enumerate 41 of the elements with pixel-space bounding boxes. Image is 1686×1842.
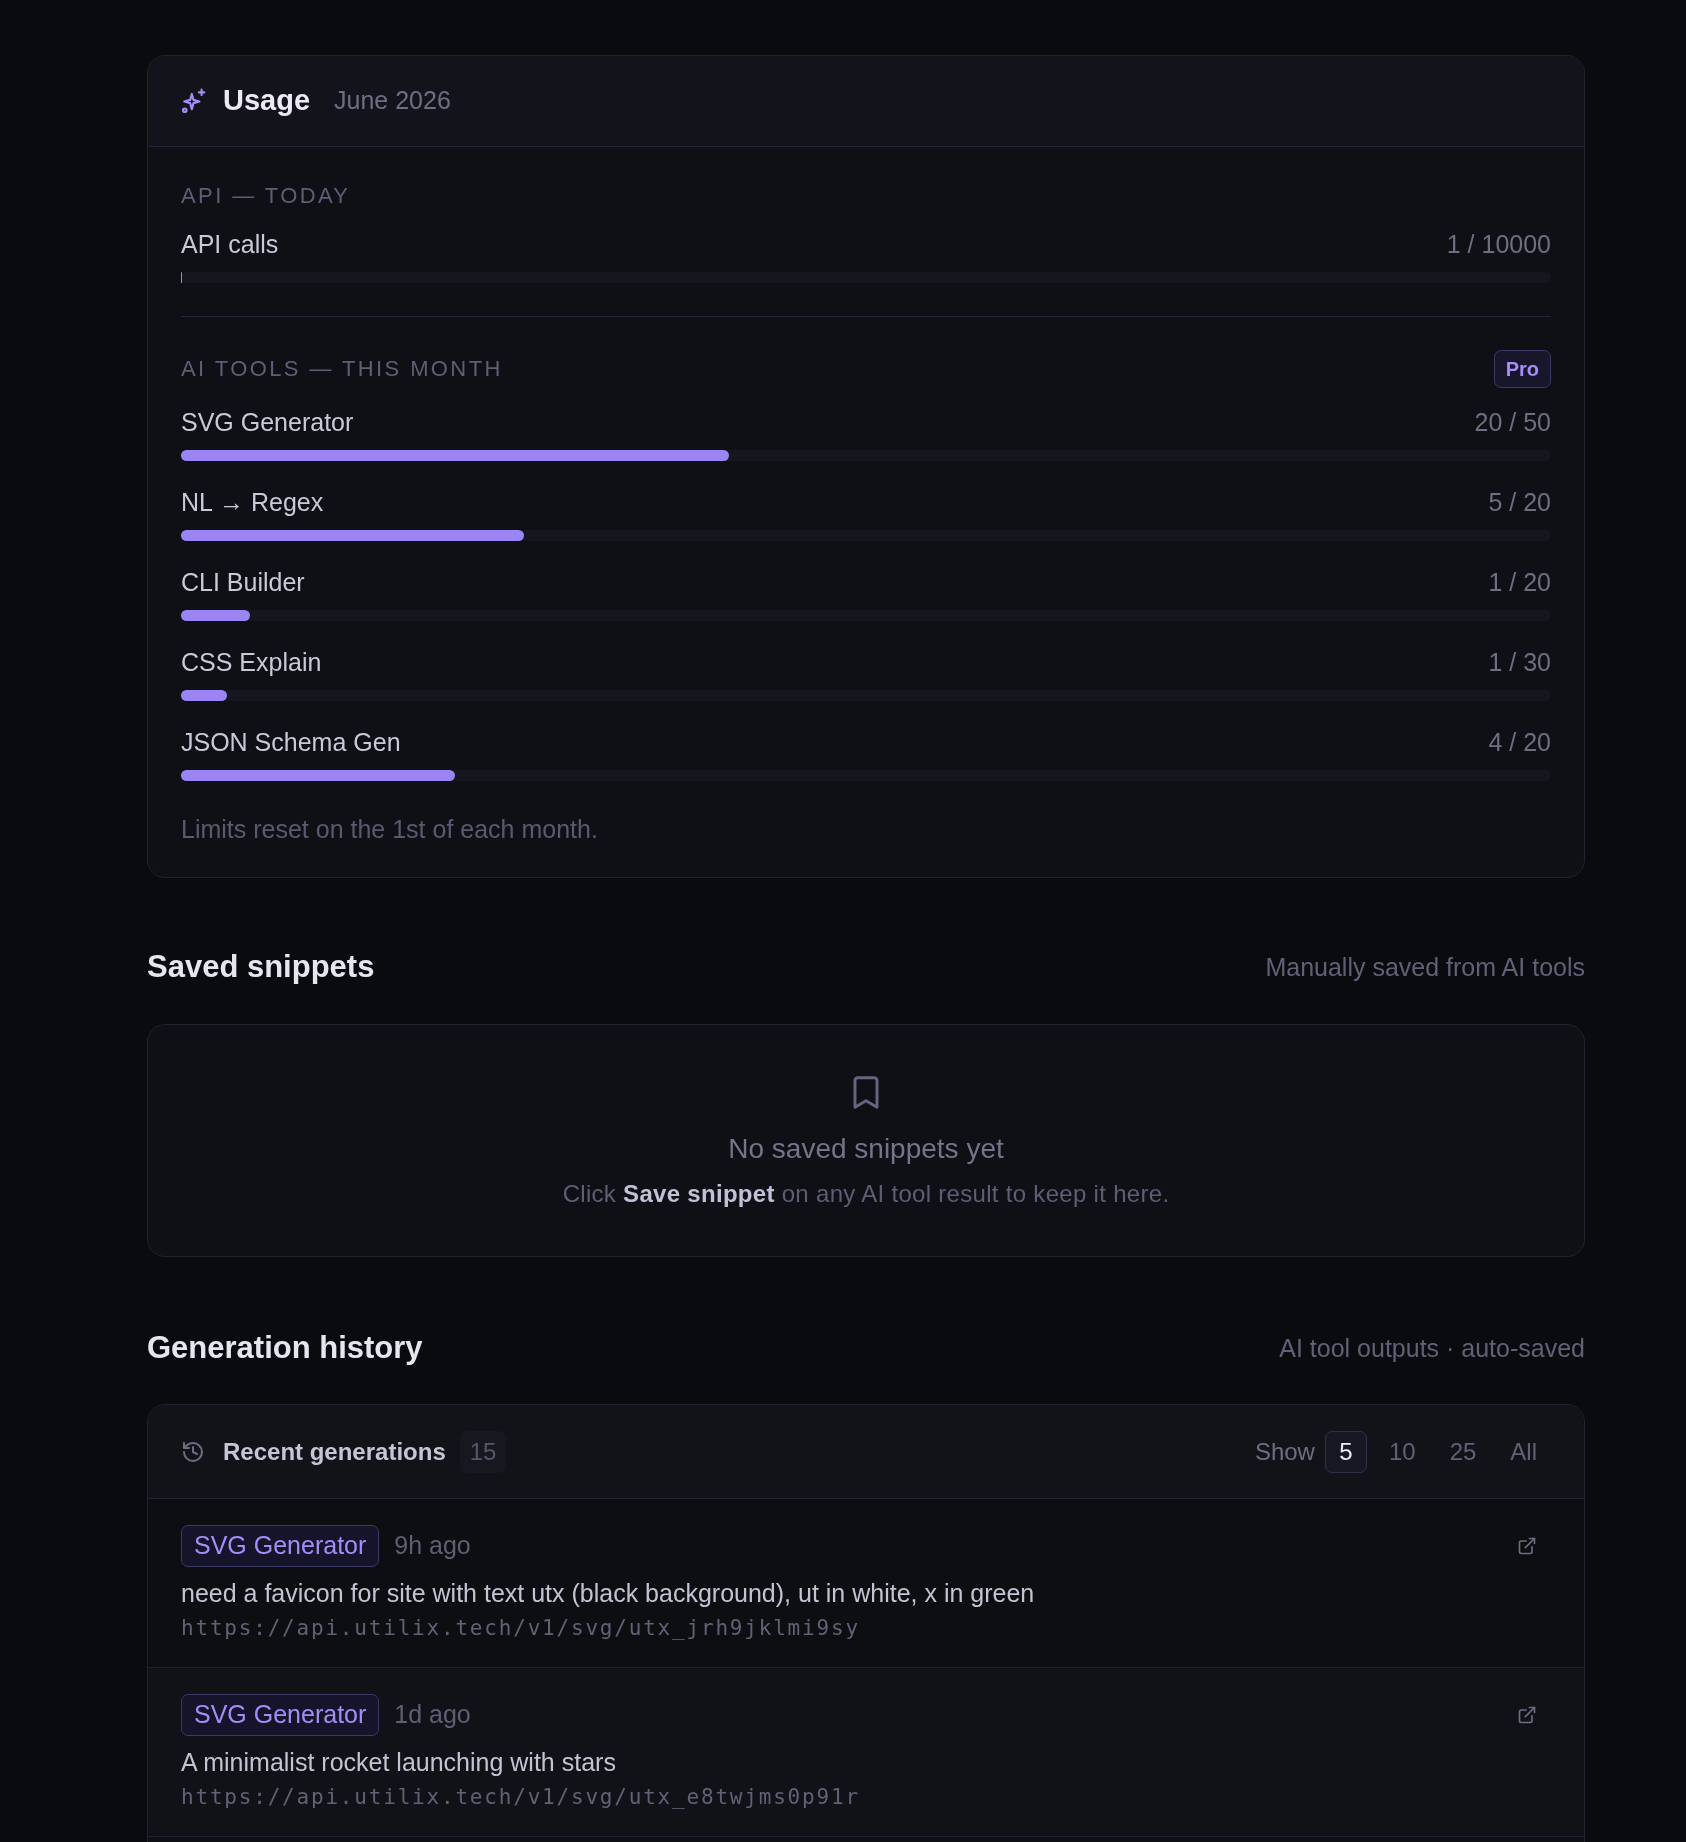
usage-count: 20 / 50 [1474,407,1551,437]
prompt-text: need a favicon for site with text utx (black background), ut in white, x in green [181,1578,1036,1608]
output-url: https://api.utilix.tech/v1/svg/utx_jrh9jklmi9sy [181,1615,861,1642]
panel-title: Recent generations [223,1436,446,1467]
time-label: 1d ago [394,1699,471,1731]
external-link-icon[interactable] [1517,1705,1537,1725]
section-heading: AI TOOLS — THIS MONTH [181,356,503,382]
usage-count: 4 / 20 [1488,727,1551,757]
section-title: Generation history [147,1329,423,1367]
plan-badge: Pro [1493,350,1551,388]
limits-note: Limits reset on the 1st of each month. [181,814,599,844]
meter-label: SVG Generator [181,407,354,437]
section-subtitle: AI tool outputs · auto-saved [1279,1333,1585,1363]
meter-label: NL → Regex [181,487,324,517]
output-url: https://api.utilix.tech/v1/svg/utx_e8twjms0p91r [181,1784,861,1811]
prompt-text: A minimalist rocket launching with stars [181,1747,617,1777]
empty-state-title: No saved snippets yet [728,1132,1004,1166]
section-subtitle: Manually saved from AI tools [1265,952,1585,982]
bookmark-icon [853,1076,879,1109]
tool-tag: SVG Generator [181,1694,380,1736]
meter-label: CLI Builder [181,567,305,597]
card-title: Usage [223,83,311,119]
section-heading: API — TODAY [181,183,352,209]
meter-label: API calls [181,229,279,259]
tool-tag: SVG Generator [181,1525,380,1567]
time-label: 9h ago [394,1530,471,1562]
page-size-button[interactable]: 5 [1324,1430,1367,1473]
usage-count: 1 / 10000 [1446,229,1551,259]
count-badge: 15 [459,1430,507,1473]
usage-count: 1 / 30 [1488,647,1551,677]
period-label: June 2026 [334,85,451,117]
usage-count: 1 / 20 [1488,567,1551,597]
meter-label: CSS Explain [181,647,322,677]
empty-state-hint: Click Save snippet on any AI tool result to keep it here. [562,1179,1170,1209]
history-icon [181,1439,205,1464]
section-title: Saved snippets [147,948,375,986]
meter-label: JSON Schema Gen [181,727,401,757]
usage-count: 5 / 20 [1488,487,1551,517]
sparkles-icon [181,88,207,114]
external-link-icon[interactable] [1517,1536,1537,1556]
show-label: Show [1254,1436,1315,1467]
